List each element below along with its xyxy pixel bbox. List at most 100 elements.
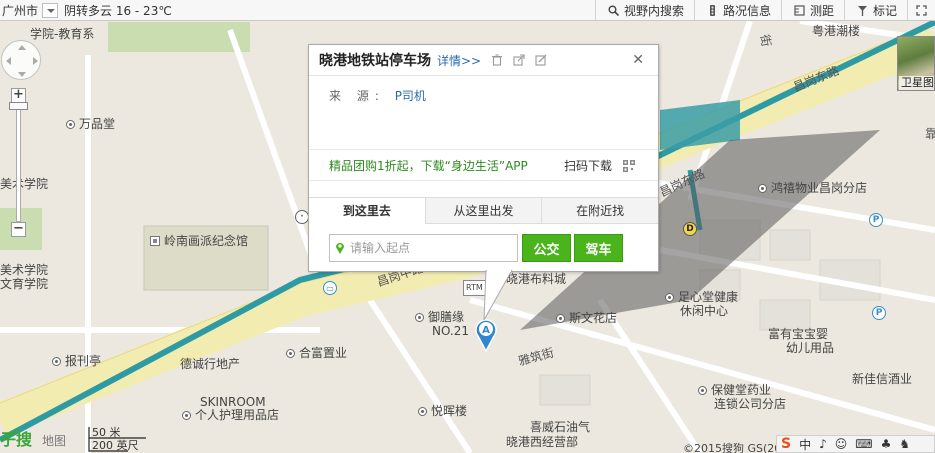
poi-art-school2[interactable]: 美术学院	[0, 263, 48, 277]
location-pin-icon	[336, 243, 344, 254]
start-point-input[interactable]	[350, 241, 510, 255]
metro-station-icon[interactable]: D	[683, 222, 697, 236]
poi-skinroom[interactable]: SKINROOM	[200, 395, 266, 409]
poi-yuehui[interactable]: 悦晖楼	[418, 404, 467, 418]
drive-route-button[interactable]: 驾车	[574, 234, 623, 262]
poi-hongxi[interactable]: 鸿禧物业昌岗分店	[758, 181, 867, 195]
zoom-slider-track[interactable]	[16, 108, 21, 222]
tool-label: 测距	[809, 4, 834, 18]
ime-lang[interactable]: 中	[799, 436, 811, 453]
zoom-slider-thumb[interactable]	[9, 102, 28, 110]
poi-baojian2[interactable]: 连锁公司分店	[714, 397, 786, 411]
zoom-in-button[interactable]: +	[11, 88, 26, 103]
source-label: 来 源:	[329, 89, 385, 103]
poi-xinjia[interactable]: 新佳信酒业	[852, 372, 912, 386]
poi-yuegangchao[interactable]: 粤港潮楼	[812, 24, 860, 38]
poi-lingnan[interactable]: 岭南画派纪念馆	[150, 234, 248, 248]
poi-fuyou2[interactable]: 幼儿用品	[786, 341, 834, 355]
poi-dot-icon	[182, 411, 191, 420]
pan-left-icon	[6, 57, 11, 65]
poi-xiwei2[interactable]: 晓港西经营部	[506, 435, 578, 449]
poi-xiwei[interactable]: 喜威石油气	[530, 420, 590, 434]
tab-start-here[interactable]: 从这里出发	[424, 198, 542, 223]
parking-icon[interactable]: P	[869, 213, 883, 227]
poi-dot-icon	[415, 313, 424, 322]
zoom-out-button[interactable]: −	[11, 222, 26, 237]
poi-hefu[interactable]: 合富置业	[286, 346, 347, 360]
poi-baokan[interactable]: 报刊亭	[52, 354, 101, 368]
popup-header: 晓港地铁站停车场 详情>> ✕	[309, 45, 658, 76]
logo-text: 子搜	[0, 430, 33, 449]
poi-dot-icon	[418, 407, 427, 416]
scale-meters: 50 米	[92, 426, 121, 439]
poi-dot-icon	[758, 184, 767, 193]
weather-info: 阴转多云 16 - 23℃	[64, 3, 172, 18]
fullscreen-icon	[916, 5, 927, 16]
location-marker-a[interactable]: A	[474, 318, 498, 353]
poi-dot-icon	[66, 120, 75, 129]
poi-dot-icon	[286, 349, 295, 358]
share-icon[interactable]	[513, 54, 525, 66]
ime-toolbar[interactable]: S 中 ♪ ☺ ⌨ ♣ ♞	[776, 435, 935, 453]
map-toolbar: 视野内搜索 路况信息 测距 标记	[594, 0, 935, 21]
qr-code-icon[interactable]	[623, 160, 635, 172]
poi-yushanyuan[interactable]: 御膳缘	[415, 310, 464, 324]
satellite-label: 卫星图	[899, 76, 934, 90]
tool-traffic[interactable]: 路况信息	[693, 0, 781, 21]
poi-zuyunt[interactable]: 足心堂健康	[665, 290, 738, 304]
tool-viewport-search[interactable]: 视野内搜索	[594, 0, 694, 21]
svg-text:A: A	[482, 325, 490, 336]
city-name[interactable]: 广州市	[0, 2, 38, 19]
flag-icon	[857, 5, 868, 16]
city-dropdown-icon[interactable]	[42, 2, 59, 18]
ime-tools-icon[interactable]: ♞	[899, 437, 910, 451]
poi-baojian[interactable]: 保健堂药业	[698, 383, 771, 397]
sogou-logo[interactable]: 子搜	[0, 426, 32, 450]
poi-dechengxing[interactable]: 德诚行地产	[180, 357, 240, 371]
map-scale: 50 米 200 英尺	[88, 424, 148, 453]
poi-dot-icon	[665, 293, 674, 302]
poi-skinroom-cn[interactable]: 个人护理用品店	[182, 408, 279, 422]
tool-measure[interactable]: 测距	[780, 0, 844, 21]
satellite-view-toggle[interactable]: 卫星图	[897, 36, 935, 91]
qr-download-label[interactable]: 扫码下载	[564, 157, 612, 174]
copyright: ©2015搜狗 GS(20	[683, 442, 782, 453]
poi-no21[interactable]: NO.21	[432, 324, 469, 338]
close-icon[interactable]: ✕	[632, 52, 644, 68]
poi-dot-icon	[556, 314, 565, 323]
trash-icon[interactable]	[491, 54, 503, 66]
top-bar: 广州市 阴转多云 16 - 23℃ 视野内搜索 路况信息 测距 标记	[0, 0, 935, 21]
pan-control[interactable]	[1, 40, 41, 80]
poi-dot-icon[interactable]: ·	[295, 210, 309, 224]
poi-school-top[interactable]: 学院-教育系	[30, 27, 94, 41]
pan-right-icon	[33, 57, 38, 65]
poi-art-school3[interactable]: 文育学院	[0, 277, 48, 291]
edit-icon[interactable]	[535, 54, 547, 66]
bus-stop-icon[interactable]: ▭	[323, 281, 337, 295]
ime-keyboard-icon[interactable]: ⌨	[855, 437, 872, 451]
poi-zuyunt2[interactable]: 休闲中心	[680, 304, 728, 318]
ime-emoji-icon[interactable]: ☺	[835, 437, 848, 451]
ime-punct-icon[interactable]: ♪	[819, 437, 827, 451]
source-value[interactable]: P司机	[395, 89, 426, 103]
ime-skin-icon[interactable]: ♣	[881, 437, 892, 451]
poi-fuyou[interactable]: 富有宝宝婴	[768, 327, 828, 341]
poi-wanpintang[interactable]: 万品堂	[66, 117, 115, 131]
poi-siwen[interactable]: 斯文花店	[556, 311, 617, 325]
tab-search-nearby[interactable]: 在附近找	[541, 198, 658, 223]
detail-link[interactable]: 详情>>	[437, 52, 481, 69]
tool-mark[interactable]: 标记	[843, 0, 907, 21]
fullscreen-button[interactable]	[907, 0, 935, 21]
pan-up-icon	[18, 45, 26, 50]
search-icon	[608, 5, 620, 17]
logo-map-label: 地图	[42, 434, 67, 448]
promo-banner: 精品团购1折起，下载“身边生活”APP 扫码下载	[309, 149, 658, 181]
traffic-light-icon	[707, 5, 718, 16]
promo-text[interactable]: 精品团购1折起，下载“身边生活”APP	[329, 157, 528, 174]
tab-go-here[interactable]: 到这里去	[309, 198, 425, 224]
bus-route-button[interactable]: 公交	[522, 234, 571, 262]
parking-icon[interactable]: P	[872, 306, 886, 320]
sogou-ime-icon[interactable]: S	[781, 436, 791, 452]
poi-art-school[interactable]: 美术学院	[0, 177, 48, 191]
route-tabs: 到这里去 从这里出发 在附近找	[309, 197, 658, 224]
